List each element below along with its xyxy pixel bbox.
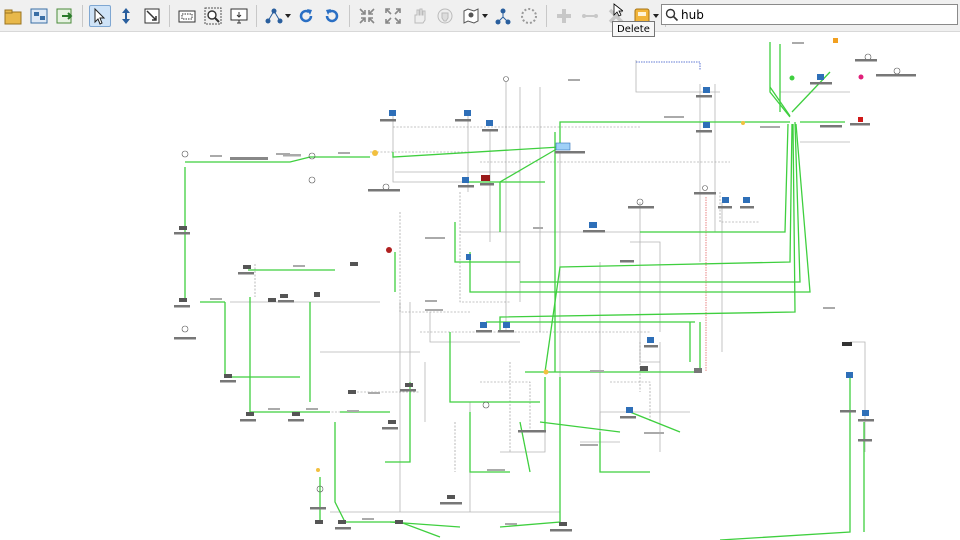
link-labels xyxy=(210,42,835,525)
toolbar-separator xyxy=(256,4,257,27)
expand-icon[interactable] xyxy=(382,5,404,27)
add-link-icon[interactable] xyxy=(579,5,601,27)
search-input[interactable] xyxy=(681,5,941,24)
hand-pan-icon[interactable] xyxy=(408,5,430,27)
dashed-links xyxy=(254,126,760,472)
chevron-down-icon[interactable] xyxy=(482,5,488,27)
node-container-icon[interactable] xyxy=(2,5,24,27)
search-icon xyxy=(665,8,679,21)
add-node-icon[interactable] xyxy=(553,5,575,27)
toolbar-separator xyxy=(169,4,170,27)
chevron-down-icon[interactable] xyxy=(285,5,291,27)
collapse-icon[interactable] xyxy=(356,5,378,27)
rotate-ccw-icon[interactable] xyxy=(321,5,343,27)
search-box[interactable] xyxy=(661,4,958,25)
hand-grab-icon[interactable] xyxy=(434,5,456,27)
monitor-view-icon[interactable] xyxy=(228,5,250,27)
zoom-area-icon[interactable] xyxy=(202,5,224,27)
toolbar-separator xyxy=(546,4,547,27)
zoom-box-icon[interactable] xyxy=(141,5,163,27)
router-node-icon xyxy=(389,74,869,416)
move-vertical-icon[interactable] xyxy=(115,5,137,27)
network-link-icon[interactable] xyxy=(492,5,514,27)
map-export-icon[interactable] xyxy=(54,5,76,27)
selected-link xyxy=(636,61,701,70)
map-node-icon[interactable] xyxy=(28,5,50,27)
hub-node-icon xyxy=(386,142,852,373)
toolbar-separator xyxy=(82,4,83,27)
fit-to-screen-icon[interactable] xyxy=(176,5,198,27)
network-map-canvas[interactable] xyxy=(0,32,960,540)
server-node-icon xyxy=(181,53,901,493)
select-pointer-icon[interactable] xyxy=(89,4,111,27)
mouse-cursor-icon xyxy=(613,3,623,17)
active-links xyxy=(184,42,865,540)
map-shape-icon[interactable] xyxy=(460,5,482,27)
switch-node-icon xyxy=(179,226,567,526)
layout-graph-icon[interactable] xyxy=(263,5,285,27)
toolbar-separator xyxy=(349,4,350,27)
dotted-circle-icon[interactable] xyxy=(518,5,540,27)
rotate-cw-icon[interactable] xyxy=(295,5,317,27)
